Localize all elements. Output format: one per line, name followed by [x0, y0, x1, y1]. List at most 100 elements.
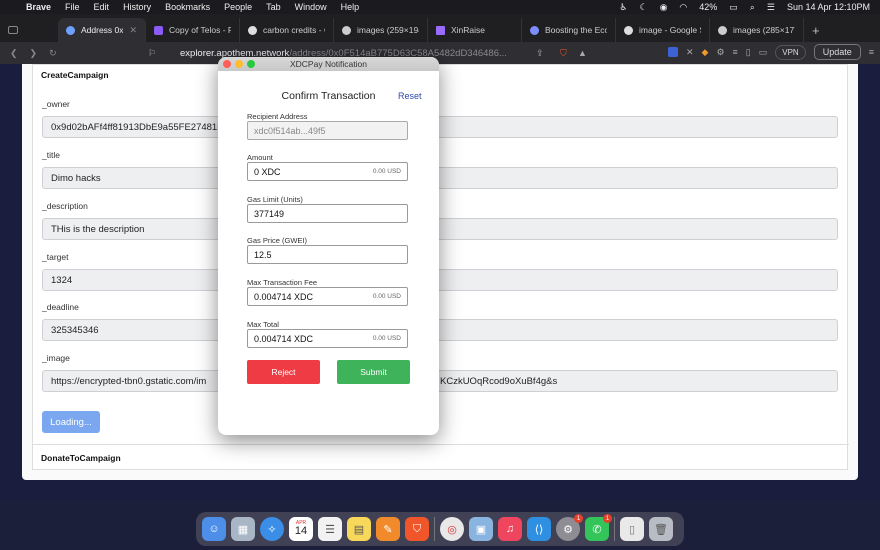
notes-icon[interactable]: ▤ — [347, 517, 371, 541]
focus-moon-icon[interactable]: ☾ — [639, 2, 647, 13]
playlist-icon[interactable]: ≡ — [733, 47, 738, 57]
calendar-icon[interactable]: APR 14 — [289, 517, 313, 541]
trash-icon[interactable]: 🗑︎ — [649, 517, 673, 541]
recipient-field[interactable]: xdc0f514ab...49f5 — [247, 121, 408, 140]
menu-file[interactable]: File — [65, 2, 80, 12]
extension-translate-icon[interactable] — [667, 47, 678, 57]
minimize-window-icon[interactable] — [235, 60, 243, 68]
brave-shields-icon[interactable]: ⛉ — [560, 48, 567, 59]
zoom-window-icon[interactable] — [247, 60, 255, 68]
playback-icon[interactable]: ◉ — [660, 2, 668, 13]
reminders-icon[interactable]: ☰ — [318, 517, 342, 541]
control-center-icon[interactable]: ☰ — [767, 2, 775, 13]
dialog-titlebar[interactable]: XDCPay Notification — [218, 57, 439, 71]
tab-address[interactable]: Address 0x0f5 ✕ — [58, 18, 146, 42]
recipient-label: Recipient Address — [247, 112, 308, 121]
description-input[interactable]: THis is the description — [42, 218, 838, 240]
google-icon — [248, 25, 257, 35]
menu-clock[interactable]: Sun 14 Apr 12:10PM — [787, 2, 870, 12]
close-window-icon[interactable] — [223, 60, 231, 68]
gas-limit-field[interactable]: 377149 — [247, 204, 408, 223]
owner-input[interactable]: 0x9d02bAFf4ff81913DbE9a55FE27481bBD — [42, 116, 838, 138]
share-icon[interactable]: ⇪ — [536, 48, 544, 59]
metamask-icon[interactable]: ◆ — [702, 47, 709, 58]
max-total-value: 0.004714 XDC — [254, 333, 314, 344]
target-label: _target — [42, 252, 69, 262]
whatsapp-icon[interactable]: ✆ 1 — [585, 514, 612, 541]
document-icon[interactable]: ▯ — [620, 517, 644, 541]
bookmark-icon[interactable]: ⚐ — [148, 48, 156, 59]
menu-tab[interactable]: Tab — [266, 2, 281, 12]
submit-button[interactable]: Submit — [337, 360, 410, 384]
menu-window[interactable]: Window — [295, 2, 327, 12]
launchpad-icon[interactable]: ▦ — [231, 517, 255, 541]
menu-help[interactable]: Help — [341, 2, 360, 12]
brave-icon[interactable]: ⛉ — [405, 517, 429, 541]
music-icon[interactable]: ♫ — [498, 517, 522, 541]
extension-x-icon[interactable]: ✕ — [686, 47, 694, 58]
deadline-input[interactable]: 325345346 — [42, 319, 838, 341]
field-value: THis is the description — [51, 223, 145, 235]
tab-xinraise[interactable]: XinRaise — [428, 18, 522, 42]
tab-images-285[interactable]: images (285×177) — [710, 18, 804, 42]
donate-section-title[interactable]: DonateToCampaign — [41, 453, 121, 463]
title-label: _title — [42, 150, 60, 160]
menu-bookmarks[interactable]: Bookmarks — [165, 2, 210, 12]
extension-icon[interactable]: ⚙ — [716, 47, 724, 58]
gas-price-field[interactable]: 12.5 — [247, 245, 408, 264]
wallet-icon[interactable]: ▭ — [759, 47, 768, 58]
reload-icon[interactable]: ↻ — [49, 48, 57, 59]
reset-link[interactable]: Reset — [398, 91, 422, 101]
update-button[interactable]: Update — [813, 44, 861, 60]
chrome-icon[interactable]: ◎ — [440, 517, 464, 541]
tab-image-google[interactable]: image - Google Se — [616, 18, 710, 42]
menu-app-name[interactable]: Brave — [26, 2, 51, 12]
tab-carbon-credits[interactable]: carbon credits - G — [240, 18, 334, 42]
sidebar-icon[interactable]: ▯ — [746, 47, 751, 58]
vpn-button[interactable]: VPN — [775, 44, 806, 60]
traffic-lights — [223, 60, 255, 68]
tab-bar: Address 0x0f5 ✕ Copy of Telos - Pre carb… — [0, 14, 880, 42]
close-icon[interactable]: ✕ — [129, 25, 137, 36]
system-settings-icon[interactable]: ⚙ 1 — [556, 514, 583, 541]
tab-images-259[interactable]: images (259×194) — [334, 18, 428, 42]
amount-field[interactable]: 0 XDC 0.00 USD — [247, 162, 408, 181]
toolbar-right: ✕ ◆ ⚙ ≡ ▯ ▭ VPN Update ≡ — [667, 44, 874, 60]
menu-edit[interactable]: Edit — [94, 2, 110, 12]
search-icon[interactable]: ⌕ — [750, 2, 755, 13]
amount-value: 0 XDC — [254, 166, 281, 177]
wifi-icon[interactable]: ◠ — [679, 2, 687, 13]
finder-icon[interactable]: ☺ — [202, 517, 226, 541]
accessibility-icon[interactable]: ♿︎ — [619, 2, 627, 13]
reject-button[interactable]: Reject — [247, 360, 320, 384]
menu-history[interactable]: History — [123, 2, 151, 12]
preview-icon[interactable]: ▣ — [469, 517, 493, 541]
max-total-label: Max Total — [247, 320, 279, 329]
image-input[interactable]: https://encrypted-tbn0.gstatic.com/im KC… — [42, 370, 838, 392]
back-icon[interactable]: ❮ — [10, 48, 18, 59]
tab-telos[interactable]: Copy of Telos - Pre — [146, 18, 240, 42]
pages-icon[interactable]: ✎ — [376, 517, 400, 541]
tab-label: Copy of Telos - Pre — [169, 25, 231, 35]
battery-icon[interactable]: ▭ — [729, 2, 738, 13]
rewards-icon[interactable]: ▲ — [578, 48, 587, 58]
menu-icon[interactable]: ≡ — [869, 47, 874, 57]
tab-boosting[interactable]: Boosting the Econ — [522, 18, 616, 42]
browser-toolbar: ❮ ❯ ↻ ⚐ explorer.apothem.network /addres… — [0, 42, 880, 64]
max-fee-field: 0.004714 XDC 0.00 USD — [247, 287, 408, 306]
title-input[interactable]: Dimo hacks — [42, 167, 838, 189]
tab-label: Address 0x0f5 — [81, 25, 124, 35]
sidebar-toggle-icon[interactable] — [8, 26, 18, 34]
loading-button[interactable]: Loading... — [42, 411, 100, 433]
gas-limit-value: 377149 — [254, 208, 285, 219]
new-tab-icon[interactable]: + — [804, 18, 828, 42]
menu-people[interactable]: People — [224, 2, 252, 12]
section-divider — [33, 444, 849, 445]
xdcpay-notification-window: XDCPay Notification Confirm Transaction … — [218, 57, 439, 435]
tab-label: image - Google Se — [639, 25, 701, 35]
vscode-icon[interactable]: ⟨⟩ — [527, 517, 551, 541]
target-input[interactable]: 1324 — [42, 269, 838, 291]
safari-icon[interactable]: ✧ — [260, 517, 284, 541]
amount-label: Amount — [247, 153, 273, 162]
forward-icon[interactable]: ❯ — [30, 48, 38, 59]
